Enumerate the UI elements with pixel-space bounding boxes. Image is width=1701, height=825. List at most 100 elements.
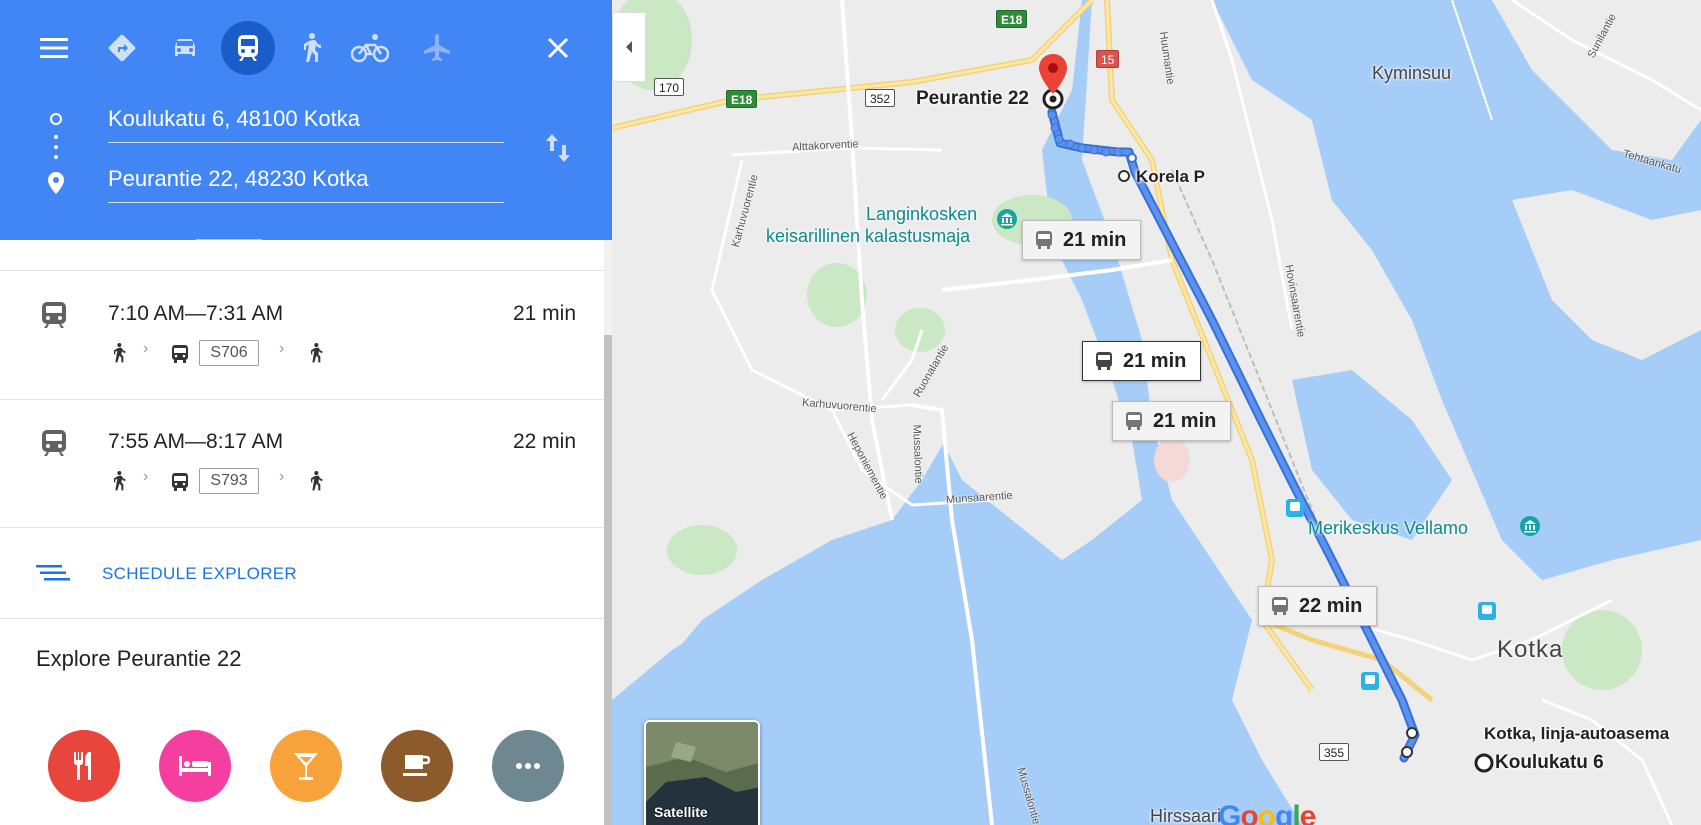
road-shield-15: 15 (1096, 50, 1120, 68)
museum-icon (997, 209, 1017, 229)
bus-icon (1036, 231, 1052, 249)
trip-times: 7:55 AM—8:17 AM (108, 430, 284, 453)
map-canvas[interactable]: E18 E18 15 170 352 355 Peurantie 22 Koul… (612, 0, 1701, 825)
mode-best-route[interactable] (100, 26, 144, 70)
town-label-hirssaari: Hirssaari (1150, 806, 1222, 825)
poi-label-langinkoski: Langinkosken (866, 204, 978, 224)
road-shield-e18: E18 (996, 10, 1028, 28)
destination-label: Peurantie 22 (916, 88, 1029, 109)
road-shield-355: 355 (1319, 743, 1350, 761)
route-duration-callout[interactable]: 21 min (1022, 220, 1142, 260)
route-duration-text: 21 min (1063, 228, 1127, 251)
mode-transit[interactable] (221, 21, 275, 75)
bus-icon (172, 473, 188, 491)
mode-driving[interactable] (163, 26, 207, 70)
route-duration-callout-selected[interactable]: 21 min (1082, 341, 1202, 381)
route-duration-text: 21 min (1153, 409, 1217, 432)
route-duration-callout[interactable]: 22 min (1258, 586, 1378, 626)
train-station-icon (1478, 602, 1496, 620)
destination-marker-icon (1039, 54, 1067, 94)
trip-option-1[interactable]: 7:10 AM—7:31 AM 21 min › S706 › (0, 272, 604, 398)
coffee-icon (403, 755, 431, 776)
route-duration-callout[interactable]: 21 min (1112, 401, 1232, 441)
directions-header: Koulukatu 6, 48100 Kotka Peurantie 22, 4… (0, 0, 612, 240)
category-hotels-button[interactable] (159, 730, 231, 802)
walking-icon (311, 343, 323, 363)
close-icon (547, 37, 569, 59)
walking-icon (304, 33, 321, 62)
category-more-button[interactable] (492, 730, 564, 802)
origin-circle-icon (50, 113, 62, 125)
hamburger-icon (40, 38, 68, 58)
google-logo: Google (1218, 800, 1316, 825)
schedule-explorer-icon (36, 565, 70, 581)
route-dot (54, 155, 58, 159)
route-dot (54, 145, 58, 149)
poi-label-langinkoski-line2: keisarillinen kalastusmaja (766, 226, 971, 246)
hotel-icon (179, 756, 211, 776)
menu-button[interactable] (32, 26, 76, 70)
town-label-kotka: Kotka (1497, 636, 1564, 663)
cocktail-icon (294, 753, 318, 780)
restaurant-icon (74, 752, 91, 780)
bus-line-badge: S706 (199, 340, 259, 366)
walking-icon (311, 471, 323, 491)
satellite-label: Satellite (654, 804, 708, 820)
schedule-explorer-label: SCHEDULE EXPLORER (102, 564, 297, 583)
route-dot (54, 135, 58, 139)
car-icon (175, 39, 195, 56)
category-bars-button[interactable] (270, 730, 342, 802)
trip-duration: 21 min (512, 302, 576, 325)
satellite-toggle-button[interactable]: Satellite (644, 720, 760, 825)
train-station-icon (1286, 499, 1304, 517)
collapse-panel-button[interactable] (612, 12, 646, 82)
chevron-right-icon: › (143, 468, 149, 485)
chevron-right-icon: › (279, 340, 285, 357)
collapsed-section-handle (196, 239, 262, 240)
schedule-explorer-button[interactable]: SCHEDULE EXPLORER (0, 530, 604, 616)
stop-label-bus-station: Kotka, linja-autoasema (1484, 724, 1670, 743)
bus-line-badge: S793 (199, 468, 259, 494)
mode-flights[interactable] (415, 26, 459, 70)
mode-cycling[interactable] (348, 26, 392, 70)
swap-icon (546, 134, 570, 162)
trip-duration: 22 min (512, 430, 576, 453)
trip-times: 7:10 AM—7:31 AM (108, 302, 284, 325)
bus-icon (1126, 412, 1142, 430)
bicycle-icon (351, 34, 389, 63)
bus-icon (1096, 352, 1112, 370)
origin-input[interactable]: Koulukatu 6, 48100 Kotka (108, 102, 504, 143)
train-icon (238, 35, 258, 61)
category-restaurants-button[interactable] (48, 730, 120, 802)
stop-label-korela: Korela P (1136, 167, 1205, 186)
town-label-kyminsuu: Kyminsuu (1372, 63, 1452, 83)
scrollbar-thumb[interactable] (604, 335, 612, 825)
walking-icon (114, 343, 126, 363)
explore-title: Explore Peurantie 22 (36, 646, 242, 671)
route-duration-text: 22 min (1299, 594, 1363, 617)
caret-left-icon (626, 41, 632, 53)
directions-icon (108, 34, 136, 62)
divider (0, 270, 604, 271)
category-coffee-button[interactable] (381, 730, 453, 802)
directions-panel: Koulukatu 6, 48100 Kotka Peurantie 22, 4… (0, 0, 612, 825)
walking-icon (114, 471, 126, 491)
more-icon (516, 763, 540, 769)
poi-label-vellamo: Merikeskus Vellamo (1308, 518, 1469, 538)
airplane-icon (424, 34, 450, 61)
close-button[interactable] (536, 26, 580, 70)
origin-label: Koulukatu 6 (1495, 752, 1604, 773)
chevron-right-icon: › (279, 468, 285, 485)
swap-waypoints-button[interactable] (540, 128, 576, 168)
road-shield-e18: E18 (726, 90, 758, 108)
road-shield-170: 170 (654, 78, 685, 96)
train-station-icon (1361, 672, 1379, 690)
trip-option-2[interactable]: 7:55 AM—8:17 AM 22 min › S793 › (0, 400, 604, 526)
bus-icon (1272, 597, 1288, 615)
divider (0, 527, 604, 528)
destination-input[interactable]: Peurantie 22, 48230 Kotka (108, 162, 504, 203)
bus-icon (172, 345, 188, 363)
mode-walking[interactable] (288, 26, 332, 70)
train-icon (42, 302, 66, 328)
road-shield-352: 352 (865, 89, 896, 107)
